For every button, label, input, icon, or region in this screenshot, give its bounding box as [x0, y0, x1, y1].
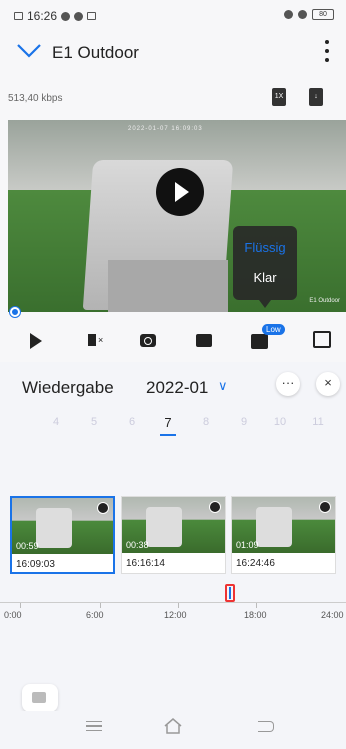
day-strip: 4 5 6 7 8 9 10 11	[0, 415, 346, 436]
timeline-line	[0, 602, 346, 603]
location-icon	[61, 11, 71, 21]
clip-duration: 00:38	[126, 540, 149, 550]
playback-panel: Wiedergabe 2022-01 ∨ ··· × 4 5 6 7 8 9 1…	[0, 362, 346, 749]
video-player[interactable]: 2022-01-07 16:09:03 E1 Outdoor Flüssig K…	[8, 120, 346, 312]
status-time: 16:26	[27, 9, 58, 23]
bitrate-label: 513,40 kbps	[8, 93, 63, 104]
clip-time: 16:16:14	[126, 558, 165, 569]
clip-duration: 00:59	[16, 541, 39, 551]
day-7[interactable]: 7	[158, 415, 178, 430]
mute-status-icon	[284, 10, 293, 19]
quality-option-klar[interactable]: Klar	[233, 270, 297, 285]
battery-icon: 80	[312, 9, 334, 20]
day-9[interactable]: 9	[234, 416, 254, 428]
clip-list: 00:59 16:09:03 00:38 16:16:14 01:09 16:2…	[0, 496, 346, 576]
month-selector[interactable]: 2022-01	[146, 378, 208, 398]
device-title: E1 Outdoor	[52, 43, 139, 62]
video-corner-label: E1 Outdoor	[309, 298, 340, 304]
timeline-tick	[20, 603, 21, 608]
month-chevron-icon[interactable]: ∨	[218, 378, 228, 394]
play-icon[interactable]	[30, 333, 42, 349]
mute-x-icon: ×	[98, 335, 104, 345]
day-11[interactable]: 11	[308, 416, 328, 428]
timeline[interactable]: 0:00 6:00 12:00 18:00 24:00	[0, 602, 346, 632]
day-10[interactable]: 10	[270, 416, 290, 428]
quality-badge: Low	[262, 324, 285, 335]
day-4[interactable]: 4	[46, 416, 66, 428]
clip-time: 16:24:46	[236, 558, 275, 569]
quality-menu: Flüssig Klar	[233, 226, 297, 308]
timeline-cursor[interactable]	[225, 584, 235, 602]
notification-icon	[87, 12, 97, 20]
more-options-button[interactable]: ···	[276, 372, 300, 396]
video-icon	[319, 501, 331, 513]
sim-icon	[14, 12, 23, 20]
video-object-base	[108, 260, 228, 312]
close-button[interactable]: ×	[316, 372, 340, 396]
day-6[interactable]: 6	[122, 416, 142, 428]
timeline-label: 12:00	[164, 610, 187, 620]
timeline-tick	[178, 603, 179, 608]
video-icon	[209, 501, 221, 513]
menu-icon[interactable]	[86, 721, 102, 731]
mute-icon[interactable]	[88, 334, 96, 346]
more-menu-icon[interactable]	[324, 40, 330, 62]
camera-icon	[32, 692, 46, 703]
status-icons: 80	[284, 9, 334, 20]
clip-item[interactable]: 00:38 16:16:14	[121, 496, 226, 574]
quality-option-fluessig[interactable]: Flüssig	[233, 240, 297, 255]
playback-title: Wiedergabe	[22, 378, 114, 397]
home-icon[interactable]	[164, 717, 182, 735]
player-controls: × Low	[0, 322, 346, 358]
clip-time: 16:09:03	[16, 559, 55, 570]
download-icon[interactable]: ↓	[309, 88, 323, 106]
clip-item[interactable]: 00:59 16:09:03	[10, 496, 115, 574]
back-icon[interactable]	[258, 721, 274, 732]
floating-camera-button[interactable]	[22, 684, 58, 712]
record-icon[interactable]	[196, 334, 212, 347]
system-nav-bar	[0, 711, 346, 749]
clip-duration: 01:09	[236, 540, 259, 550]
status-bar: 16:26 80	[0, 0, 346, 30]
speed-button[interactable]: 1X	[272, 88, 286, 106]
timeline-label: 6:00	[86, 610, 104, 620]
app-header: E1 Outdoor	[0, 30, 346, 74]
status-time-group: 16:26	[14, 9, 97, 23]
stream-info-row: 513,40 kbps 1X ↓	[0, 84, 346, 110]
snapshot-icon[interactable]	[140, 334, 156, 347]
clip-item[interactable]: 01:09 16:24:46	[231, 496, 336, 574]
timeline-label: 18:00	[244, 610, 267, 620]
chevron-down-icon[interactable]	[16, 40, 42, 60]
video-icon	[97, 502, 109, 514]
timeline-label: 24:00	[321, 610, 344, 620]
multi-view-icon[interactable]	[313, 331, 331, 348]
video-timestamp: 2022-01-07 16:09:03	[128, 126, 203, 132]
quality-icon[interactable]	[251, 334, 268, 349]
timeline-label: 0:00	[4, 610, 22, 620]
selected-day-indicator	[160, 434, 176, 436]
day-8[interactable]: 8	[196, 416, 216, 428]
video-progress-handle[interactable]	[10, 307, 20, 317]
timeline-tick	[256, 603, 257, 608]
wifi-icon	[298, 10, 307, 19]
play-overlay-button[interactable]	[156, 168, 204, 216]
media-icon	[74, 11, 84, 21]
day-5[interactable]: 5	[84, 416, 104, 428]
timeline-tick	[100, 603, 101, 608]
